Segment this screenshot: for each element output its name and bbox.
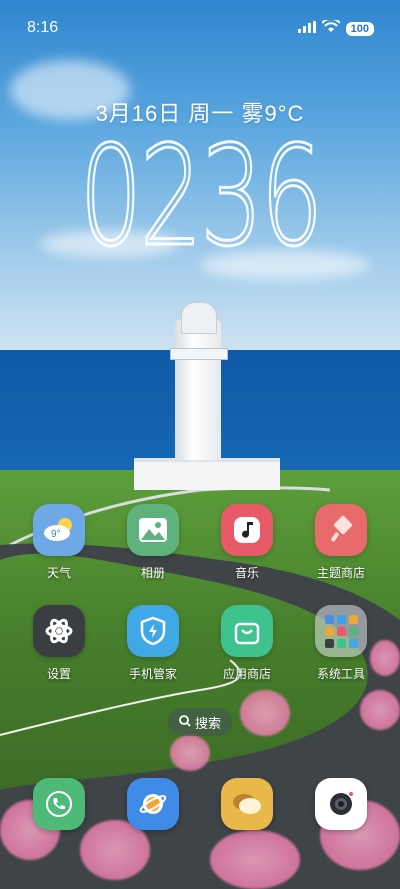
status-icons: 100 — [297, 17, 374, 38]
app-settings[interactable]: 设置 — [19, 605, 99, 682]
svg-text:9°: 9° — [51, 529, 61, 540]
app-weather[interactable]: 9° 天气 — [19, 504, 99, 581]
app-store[interactable]: 应用商店 — [207, 605, 287, 682]
app-label: 主题商店 — [316, 566, 365, 580]
search-button[interactable]: 搜索 — [168, 708, 232, 736]
gallery-icon — [127, 504, 179, 556]
app-store-icon — [221, 605, 273, 657]
status-time: 8:16 — [27, 19, 59, 36]
app-gallery[interactable]: 相册 — [113, 504, 193, 581]
app-security[interactable]: 手机管家 — [113, 605, 193, 682]
wifi-icon — [320, 17, 341, 38]
folder-icon — [315, 605, 367, 657]
battery-indicator: 100 — [345, 22, 374, 36]
messages-icon[interactable] — [221, 778, 273, 830]
settings-icon — [33, 605, 85, 657]
signal-icon — [297, 20, 316, 38]
lighthouse-building — [134, 458, 280, 490]
app-label: 相册 — [140, 566, 165, 580]
camera-icon[interactable] — [315, 778, 367, 830]
folder-system-tools[interactable]: 系统工具 — [301, 605, 381, 682]
status-bar: 8:16 100 — [0, 0, 400, 56]
security-icon — [127, 605, 179, 657]
music-icon — [221, 504, 273, 556]
app-label: 音乐 — [234, 566, 259, 580]
clock: 0236 — [78, 116, 324, 277]
lighthouse — [175, 320, 221, 460]
browser-icon[interactable] — [127, 778, 179, 830]
app-music[interactable]: 音乐 — [207, 504, 287, 581]
app-theme-store[interactable]: 主题商店 — [301, 504, 381, 581]
theme-store-icon — [315, 504, 367, 556]
weather-icon: 9° — [33, 504, 85, 556]
app-label: 应用商店 — [222, 667, 271, 681]
app-label: 手机管家 — [128, 667, 177, 681]
phone-icon[interactable] — [33, 778, 85, 830]
app-label: 系统工具 — [316, 667, 365, 681]
app-label: 设置 — [46, 667, 71, 681]
app-label: 天气 — [46, 566, 71, 580]
search-label: 搜索 — [194, 715, 221, 731]
search-icon — [179, 714, 191, 730]
